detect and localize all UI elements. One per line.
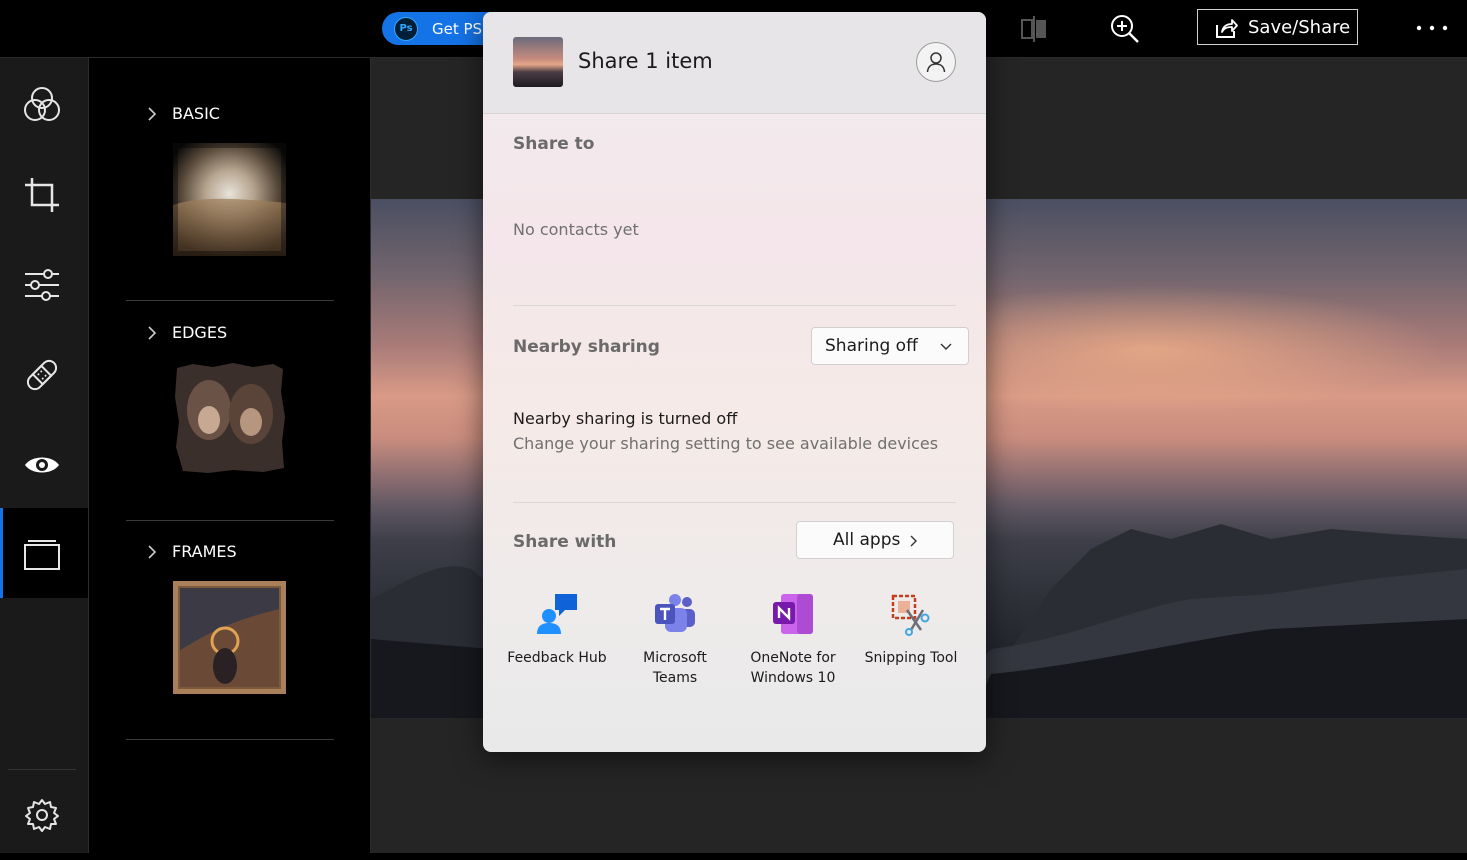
app-label: Snipping Tool (864, 650, 958, 666)
nearby-hint-text: Change your sharing setting to see avail… (513, 434, 939, 453)
chevron-right-icon[interactable] (147, 545, 157, 559)
eye-icon (25, 457, 59, 473)
section-divider (126, 520, 334, 521)
app-label: OneNote for Windows 10 (750, 650, 836, 686)
share-divider (513, 502, 956, 503)
looks-circles-icon (24, 87, 60, 121)
chevron-right-icon[interactable] (147, 107, 157, 121)
snipping-tool-icon (891, 594, 930, 636)
share-dialog: Share 1 item Share to No contacts yet Ne… (483, 12, 986, 752)
rail-item-adjust[interactable] (0, 238, 88, 328)
share-dialog-header: Share 1 item (483, 12, 986, 114)
shared-item-thumbnail (513, 37, 563, 87)
compare-icon[interactable] (1017, 12, 1051, 46)
share-dialog-title: Share 1 item (578, 49, 713, 73)
rail-item-crop[interactable] (0, 148, 88, 238)
section-divider (126, 739, 334, 740)
app-snipping-tool[interactable]: Snipping Tool (852, 592, 970, 702)
adjustments-sliders-icon (25, 269, 59, 301)
share-divider (513, 305, 956, 306)
nearby-sharing-value: Sharing off (825, 336, 918, 356)
app-microsoft-teams[interactable]: Microsoft Teams (616, 592, 734, 702)
app-feedback-hub[interactable]: Feedback Hub (498, 592, 616, 702)
section-divider (126, 300, 334, 301)
borders-frame-icon (24, 540, 60, 570)
save-share-button[interactable]: Save/Share (1197, 9, 1358, 45)
thumbnail-frames[interactable] (173, 581, 286, 694)
onenote-icon (773, 594, 813, 634)
no-contacts-text: No contacts yet (513, 220, 639, 239)
thumbnail-edges[interactable] (173, 362, 286, 475)
nearby-sharing-dropdown[interactable]: Sharing off (811, 327, 969, 365)
account-button[interactable] (916, 42, 956, 82)
more-icon[interactable] (1413, 16, 1453, 40)
chevron-down-icon (940, 343, 952, 350)
all-apps-button[interactable]: All apps (796, 521, 954, 559)
rail-item-heal[interactable] (0, 328, 88, 418)
nearby-status-text: Nearby sharing is turned off (513, 409, 738, 428)
share-to-label: Share to (513, 134, 595, 154)
get-ps-label: Get PS (432, 20, 483, 38)
app-label: Microsoft Teams (643, 650, 707, 686)
gear-icon (25, 799, 59, 832)
crop-icon (25, 178, 59, 212)
zoom-in-icon[interactable] (1108, 12, 1142, 46)
save-share-label: Save/Share (1248, 17, 1351, 38)
nearby-sharing-label: Nearby sharing (513, 337, 660, 357)
bandage-heal-icon (26, 359, 58, 391)
share-icon (1216, 19, 1238, 38)
rail-item-eye[interactable] (0, 418, 88, 508)
teams-icon (655, 594, 695, 632)
chevron-right-icon[interactable] (147, 326, 157, 340)
rail-item-settings[interactable] (0, 770, 88, 860)
all-apps-label: All apps (833, 530, 901, 550)
chevron-right-icon (910, 535, 917, 547)
section-title-edges[interactable]: EDGES (172, 323, 227, 342)
person-icon (926, 52, 946, 73)
photoshop-logo-icon: Ps (394, 17, 418, 41)
rail-item-looks[interactable] (0, 58, 88, 148)
share-with-label: Share with (513, 532, 617, 552)
app-label: Feedback Hub (507, 650, 607, 666)
section-title-basic[interactable]: BASIC (172, 104, 220, 123)
app-onenote[interactable]: OneNote for Windows 10 (734, 592, 852, 702)
effects-panel: BASIC EDGES FRAMES (89, 58, 371, 853)
feedback-hub-icon (537, 594, 577, 634)
section-title-frames[interactable]: FRAMES (172, 542, 237, 561)
thumbnail-basic[interactable] (168, 138, 291, 261)
tool-rail (0, 58, 89, 853)
rail-item-borders[interactable] (0, 508, 88, 598)
